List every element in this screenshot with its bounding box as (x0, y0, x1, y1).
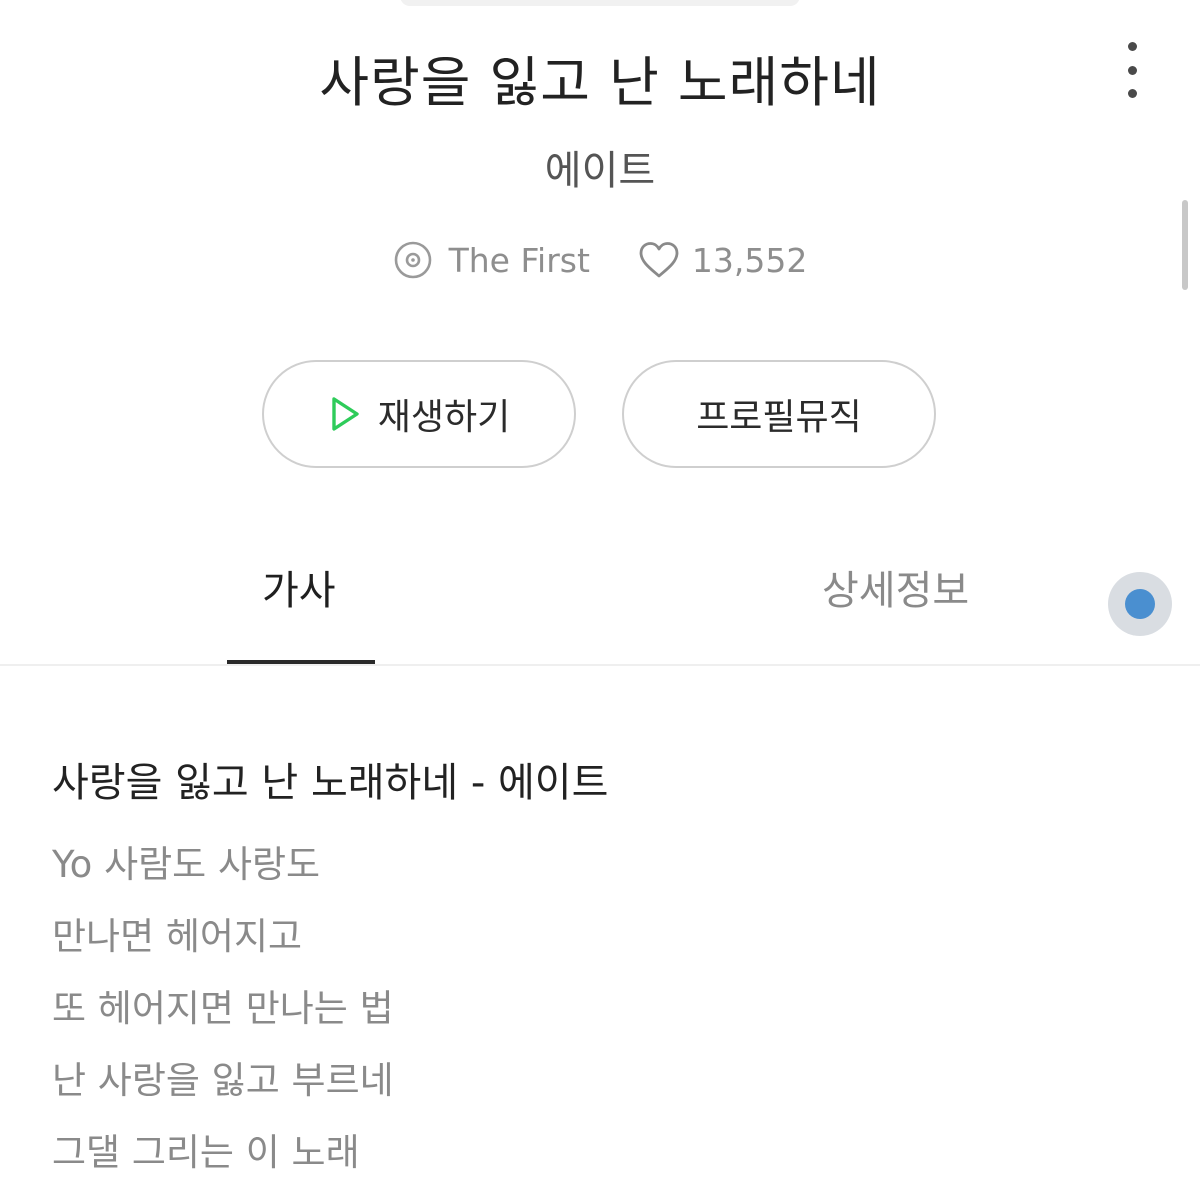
detail-tabs: 가사 상세정보 (0, 540, 1200, 666)
sheet-handle[interactable] (400, 0, 800, 6)
heart-outline-icon (639, 242, 679, 278)
artist-name[interactable]: 에이트 (0, 138, 1200, 196)
tab-selected-indicator (227, 660, 375, 664)
profile-music-button[interactable]: 프로필뮤직 (622, 360, 936, 468)
assistive-touch-button[interactable] (1108, 572, 1172, 636)
play-button-label: 재생하기 (377, 397, 511, 438)
play-button[interactable]: 재생하기 (262, 360, 576, 468)
album-name: The First (448, 240, 590, 280)
assistive-touch-icon (1125, 589, 1155, 619)
tab-lyrics[interactable]: 가사 (262, 558, 336, 616)
song-detail-page: 사랑을 잃고 난 노래하네 에이트 The First 13,552 재생하기 … (0, 0, 1200, 1200)
lyrics-line: Yo 사람도 사랑도 (52, 843, 321, 886)
like-count: 13,552 (691, 240, 808, 280)
lyrics-list: Yo 사람도 사랑도 만나면 헤어지고 또 헤어지면 만나는 법 난 사랑을 잃… (52, 838, 394, 1198)
disc-icon (394, 241, 431, 279)
like-toggle[interactable]: 13,552 (638, 241, 807, 280)
action-buttons: 재생하기 프로필뮤직 (0, 360, 1200, 472)
lyrics-line: 또 헤어지면 만나는 법 (52, 987, 394, 1030)
lyrics-line: 그댈 그리는 이 노래 (52, 1131, 360, 1174)
profile-music-button-label: 프로필뮤직 (696, 397, 862, 438)
album-link[interactable]: The First (393, 240, 590, 280)
song-meta: The First 13,552 (0, 240, 1200, 280)
play-outline-icon (332, 397, 359, 431)
song-title: 사랑을 잃고 난 노래하네 (319, 51, 881, 114)
lyrics-heading: 사랑을 잃고 난 노래하네 - 에이트 (52, 760, 609, 806)
tab-details[interactable]: 상세정보 (822, 558, 969, 616)
lyrics-line: 난 사랑을 잃고 부르네 (52, 1059, 394, 1102)
lyrics-line: 만나면 헤어지고 (52, 915, 303, 958)
